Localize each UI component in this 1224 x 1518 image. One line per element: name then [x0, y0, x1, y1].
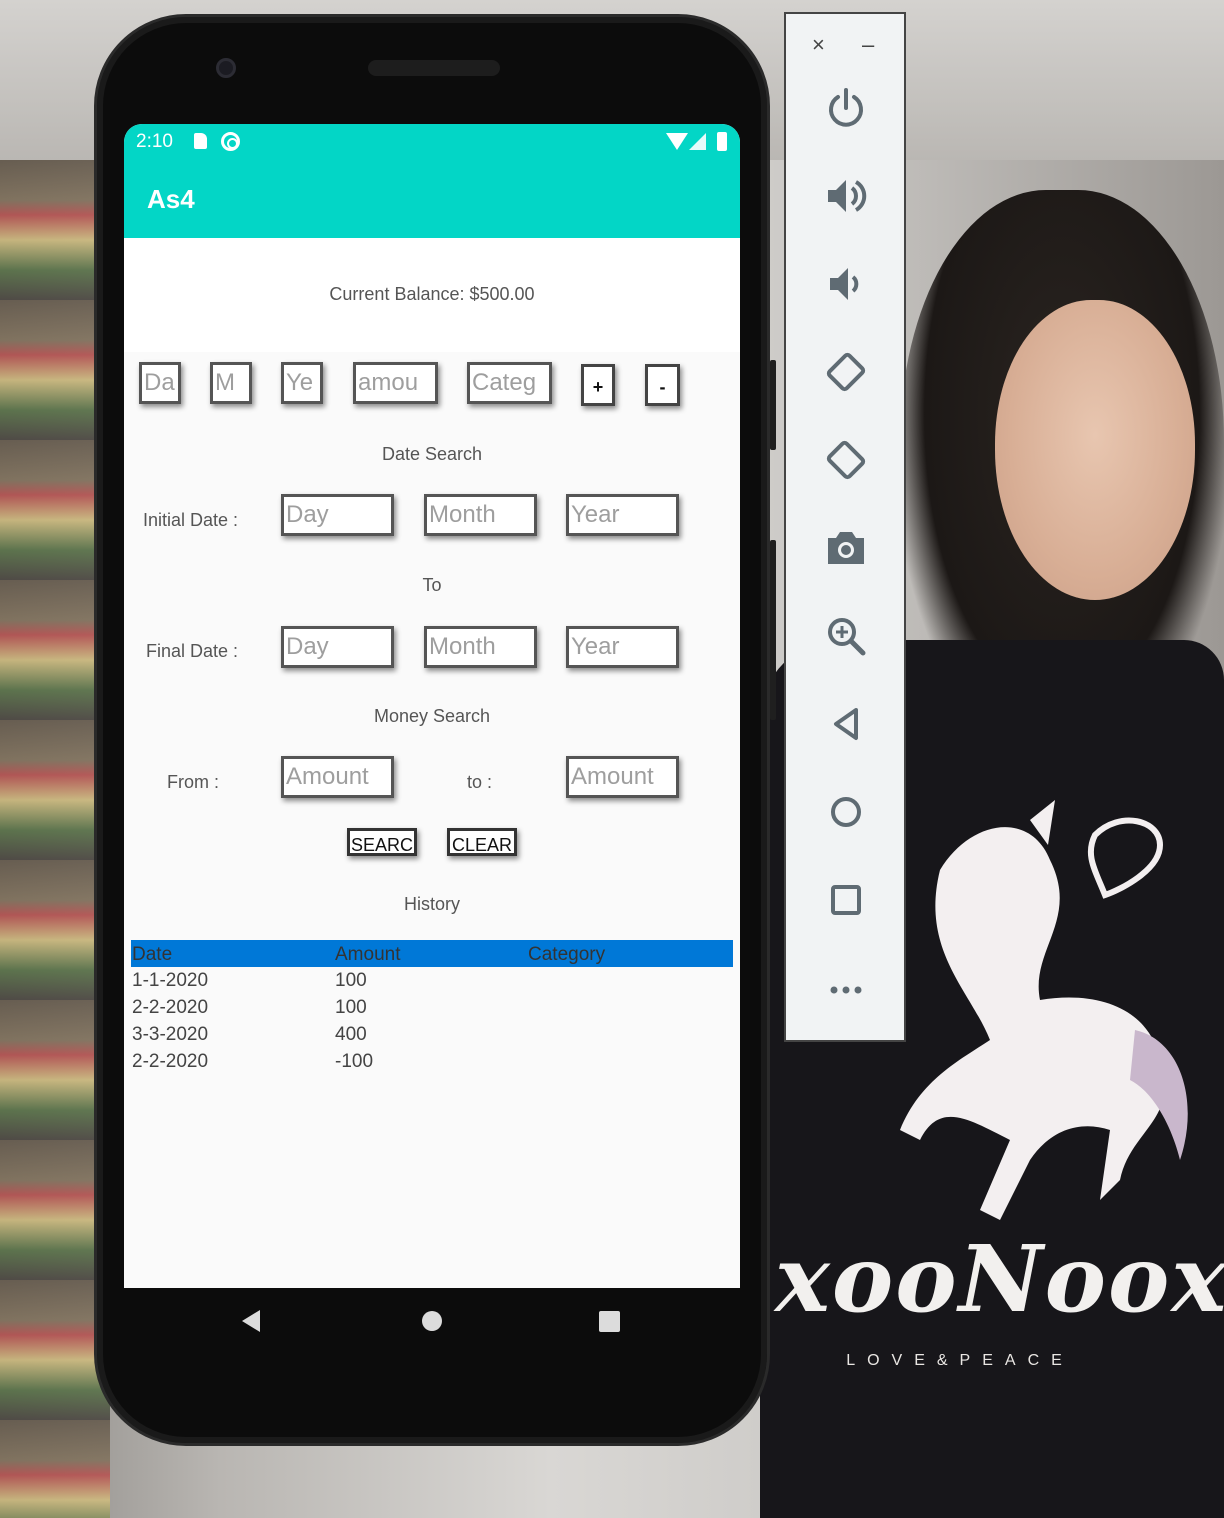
minimize-icon[interactable]: –	[862, 32, 874, 58]
money-from-input[interactable]: Amount	[281, 756, 394, 798]
volume-up-icon[interactable]	[822, 172, 870, 220]
add-button-label: +	[592, 377, 604, 397]
final-month-placeholder: Month	[429, 633, 496, 660]
battery-icon	[717, 132, 727, 151]
subtract-button-label: -	[659, 377, 666, 397]
entry-category-placeholder: Categ	[472, 369, 537, 396]
initial-day-input[interactable]: Day	[281, 494, 394, 536]
nav-back-icon[interactable]	[242, 1310, 260, 1332]
initial-date-label: Initial Date :	[143, 510, 239, 530]
table-row[interactable]: 2-2-2020 100	[131, 994, 733, 1021]
final-year-input[interactable]: Year	[566, 626, 679, 668]
phone-volume-key	[770, 540, 776, 720]
add-transaction-button[interactable]: +	[581, 364, 615, 406]
entry-year-input[interactable]: Ye	[281, 362, 323, 404]
overview-icon[interactable]	[822, 876, 870, 924]
final-date-label: Final Date :	[146, 641, 239, 661]
table-row[interactable]: 1-1-2020 100	[131, 967, 733, 994]
front-camera	[216, 58, 236, 78]
row-amount: -100	[335, 1051, 374, 1072]
initial-day-placeholder: Day	[286, 501, 329, 528]
initial-year-input[interactable]: Year	[566, 494, 679, 536]
volume-down-icon[interactable]	[822, 260, 870, 308]
app-title: As4	[147, 184, 195, 214]
initial-year-placeholder: Year	[571, 501, 620, 528]
sync-icon	[221, 132, 240, 151]
shirt-text: xooNoox	[775, 1225, 1224, 1333]
current-balance: Current Balance: $500.00	[329, 284, 535, 304]
column-header-category: Category	[528, 944, 606, 965]
phone-power-key	[770, 360, 776, 450]
entry-category-input[interactable]: Categ	[467, 362, 552, 404]
row-amount: 100	[335, 997, 367, 1018]
entry-amount-placeholder: amou	[358, 369, 419, 396]
search-button[interactable]: SEARC	[347, 828, 417, 856]
row-amount: 400	[335, 1024, 367, 1045]
column-header-date: Date	[132, 944, 173, 965]
clear-button-label: CLEAR	[451, 835, 513, 855]
row-date: 1-1-2020	[132, 970, 209, 991]
status-bar: 2:10	[124, 124, 740, 158]
history-table-header: Date Amount Category	[131, 940, 733, 967]
table-row[interactable]: 3-3-2020 400	[131, 1021, 733, 1048]
money-from-placeholder: Amount	[286, 763, 369, 790]
entry-amount-input[interactable]: amou	[353, 362, 438, 404]
column-header-amount: Amount	[335, 944, 401, 965]
close-icon[interactable]: ×	[812, 32, 825, 58]
row-date: 2-2-2020	[132, 997, 209, 1018]
entry-month-placeholder: M	[215, 369, 235, 396]
table-row[interactable]: 2-2-2020 -100	[131, 1048, 733, 1075]
rotate-right-icon[interactable]	[822, 436, 870, 484]
zoom-icon[interactable]	[822, 612, 870, 660]
entry-year-placeholder: Ye	[286, 369, 314, 396]
home-icon[interactable]	[822, 788, 870, 836]
person-face	[995, 300, 1195, 600]
earpiece-speaker	[368, 60, 500, 76]
row-date: 3-3-2020	[132, 1024, 209, 1045]
final-year-placeholder: Year	[571, 633, 620, 660]
initial-month-input[interactable]: Month	[424, 494, 537, 536]
subtract-transaction-button[interactable]: -	[645, 364, 680, 406]
nav-home-icon[interactable]	[422, 1311, 442, 1331]
money-to-placeholder: Amount	[571, 763, 654, 790]
power-icon[interactable]	[822, 84, 870, 132]
entry-day-input[interactable]: Da	[139, 362, 181, 404]
money-search-heading: Money Search	[373, 706, 491, 726]
cell-signal-icon	[689, 133, 706, 150]
row-amount: 100	[335, 970, 367, 991]
history-heading: History	[403, 894, 460, 914]
money-to-input[interactable]: Amount	[566, 756, 679, 798]
money-from-label: From :	[167, 772, 219, 792]
unicorn-graphic	[900, 800, 1188, 1220]
clear-button[interactable]: CLEAR	[447, 828, 517, 856]
entry-day-placeholder: Da	[144, 369, 175, 396]
app-bar: As4	[124, 158, 740, 238]
final-day-placeholder: Day	[286, 633, 329, 660]
entry-month-input[interactable]: M	[210, 362, 252, 404]
row-date: 2-2-2020	[132, 1051, 209, 1072]
date-to-label: To	[422, 575, 442, 595]
status-time: 2:10	[136, 131, 173, 152]
app-screen: 2:10 As4 Current Balance: $500.00 Da M Y…	[124, 124, 740, 1288]
more-icon[interactable]	[822, 964, 870, 1012]
initial-month-placeholder: Month	[429, 501, 496, 528]
camera-icon[interactable]	[822, 524, 870, 572]
shirt-subtext: LOVE&PEACE	[846, 1352, 1074, 1369]
money-to-label: to :	[467, 772, 493, 792]
back-icon[interactable]	[822, 700, 870, 748]
wifi-icon	[666, 133, 688, 150]
sd-card-icon	[194, 133, 207, 149]
date-search-heading: Date Search	[381, 444, 483, 464]
history-table: Date Amount Category 1-1-2020 100 2-2-20…	[131, 940, 733, 1075]
emulator-toolbar: × –	[784, 12, 906, 1042]
rotate-left-icon[interactable]	[822, 348, 870, 396]
balance-panel: Current Balance: $500.00	[124, 238, 740, 352]
final-day-input[interactable]: Day	[281, 626, 394, 668]
android-nav-bar	[124, 1288, 740, 1358]
nav-recents-icon[interactable]	[599, 1311, 620, 1332]
search-button-label: SEARC	[350, 835, 413, 855]
final-month-input[interactable]: Month	[424, 626, 537, 668]
